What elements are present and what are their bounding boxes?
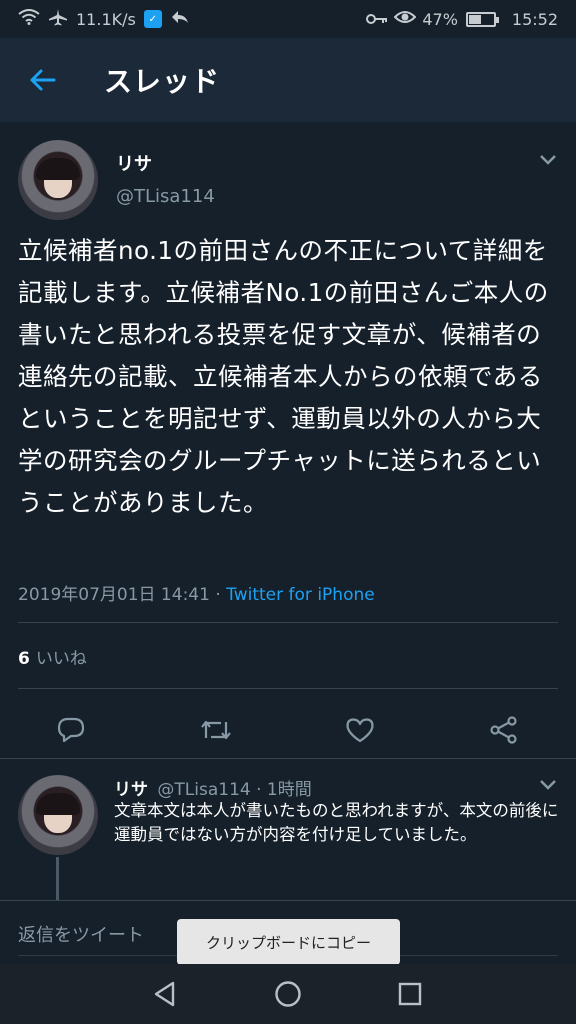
battery-percent: 47% bbox=[422, 9, 458, 29]
reply-options-button[interactable] bbox=[538, 777, 558, 796]
author-name[interactable]: リサ bbox=[116, 150, 152, 176]
circle-home-icon bbox=[275, 981, 301, 1007]
toast-message: クリップボードにコピー bbox=[177, 919, 400, 965]
share-button[interactable] bbox=[480, 706, 528, 754]
system-nav-bar bbox=[0, 964, 576, 1024]
nav-recents-button[interactable] bbox=[390, 976, 430, 1012]
tweet-meta: 2019年07月01日 14:41 · Twitter for iPhone bbox=[18, 580, 375, 605]
key-icon bbox=[366, 10, 388, 29]
tweet-author: リサ @TLisa114 bbox=[0, 122, 576, 230]
triangle-back-icon bbox=[154, 981, 175, 1007]
reply-author-handle[interactable]: @TLisa114 bbox=[157, 780, 250, 800]
heart-icon bbox=[346, 718, 374, 743]
reply-tweet[interactable]: リサ @TLisa114 · 1時間 文章本文は本人が書いたものと思われますが、… bbox=[0, 758, 576, 901]
page-title: スレッド bbox=[104, 65, 221, 98]
divider bbox=[18, 622, 558, 623]
retweet-button[interactable] bbox=[192, 706, 240, 754]
reply-time: · 1時間 bbox=[256, 780, 312, 800]
clock: 15:52 bbox=[511, 9, 558, 29]
eye-icon bbox=[393, 9, 417, 29]
nav-back-button[interactable] bbox=[145, 976, 185, 1012]
retweet-icon bbox=[201, 720, 231, 740]
likes-count: 6 bbox=[18, 649, 30, 669]
tweet-actions bbox=[0, 706, 576, 762]
avatar[interactable] bbox=[18, 140, 98, 220]
top-app-bar: スレッド bbox=[0, 38, 576, 122]
tweet-timestamp: 2019年07月01日 14:41 bbox=[18, 585, 210, 605]
reply-author-name[interactable]: リサ bbox=[114, 780, 148, 800]
avatar-hair bbox=[36, 158, 80, 180]
airplane-icon bbox=[48, 8, 68, 30]
arrow-left-icon bbox=[30, 69, 56, 91]
tweet-options-button[interactable] bbox=[538, 152, 558, 171]
avatar[interactable] bbox=[18, 775, 98, 855]
battery-icon bbox=[465, 11, 499, 27]
tweet-text: 立候補者no.1の前田さんの不正について詳細を記載します。立候補者No.1の前田… bbox=[18, 236, 549, 517]
reply-arrow-icon bbox=[170, 9, 190, 29]
meta-separator: · bbox=[209, 585, 227, 605]
reply-button[interactable] bbox=[47, 706, 95, 754]
likes-summary[interactable]: 6 いいね bbox=[18, 644, 87, 669]
like-button[interactable] bbox=[336, 706, 384, 754]
avatar-hair bbox=[36, 793, 80, 815]
likes-label: いいね bbox=[35, 649, 87, 669]
reply-text: 文章本文は本人が書いたものと思われますが、本文の前後に運動員ではない方が内容を付… bbox=[114, 801, 559, 844]
wifi-icon bbox=[18, 9, 40, 29]
divider bbox=[18, 688, 558, 689]
reply-header: リサ @TLisa114 · 1時間 bbox=[114, 775, 312, 800]
network-speed: 11.1K/s bbox=[76, 9, 136, 29]
reply-icon bbox=[57, 717, 85, 743]
reply-input[interactable]: 返信をツイート bbox=[18, 921, 144, 947]
back-button[interactable] bbox=[12, 50, 72, 110]
share-icon bbox=[490, 716, 517, 744]
nav-home-button[interactable] bbox=[268, 976, 308, 1012]
chevron-down-icon bbox=[540, 155, 556, 165]
thread-line bbox=[56, 857, 59, 901]
battery-level bbox=[468, 14, 482, 24]
author-handle[interactable]: @TLisa114 bbox=[116, 186, 215, 207]
chevron-down-icon bbox=[540, 780, 556, 790]
square-recents-icon bbox=[398, 982, 422, 1006]
status-bar: 11.1K/s ✓ 47% 15:52 bbox=[0, 0, 576, 38]
main-tweet: リサ @TLisa114 立候補者no.1の前田さんの不正について詳細を記載しま… bbox=[0, 122, 576, 744]
shield-icon: ✓ bbox=[143, 10, 162, 28]
tweet-source-link[interactable]: Twitter for iPhone bbox=[226, 585, 375, 605]
